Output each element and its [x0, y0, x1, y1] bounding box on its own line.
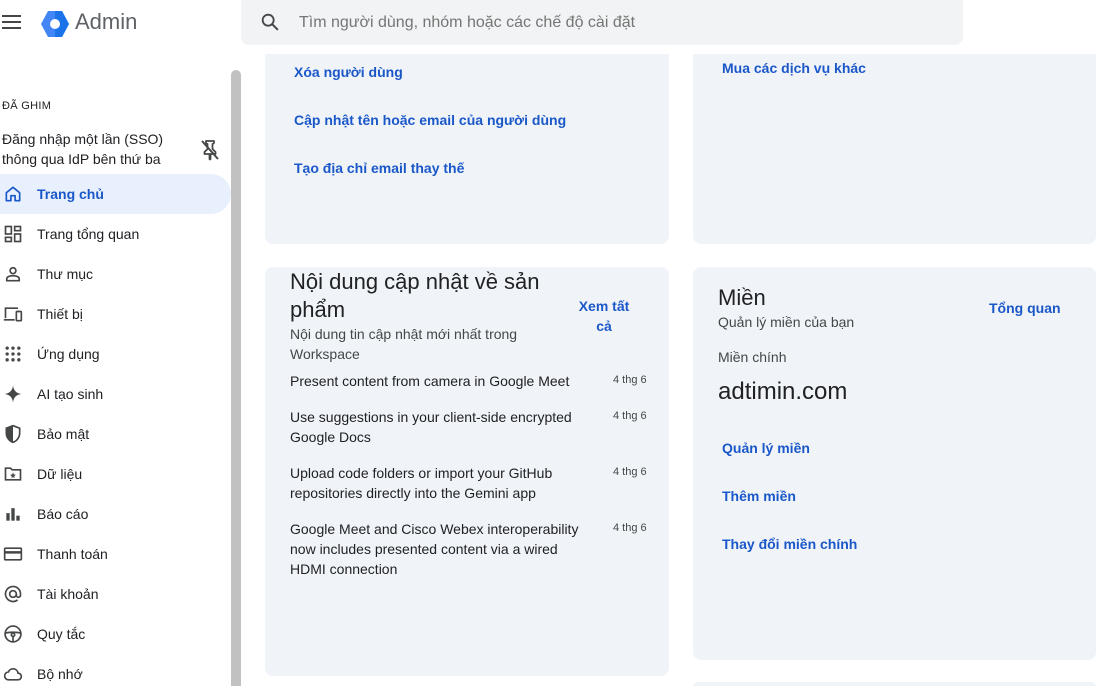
sidebar-item-label: Quy tắc — [37, 626, 86, 642]
delete-user-link[interactable]: Xóa người dùng — [294, 64, 403, 80]
sidebar-item-storage[interactable]: Bộ nhớ — [0, 654, 231, 686]
primary-domain-value: adtimin.com — [718, 378, 848, 405]
news-item-date: 4 thg 6 — [613, 522, 647, 534]
see-all-line1: Xem tất — [578, 298, 630, 314]
update-user-name-link[interactable]: Cập nhật tên hoặc email của người dùng — [294, 112, 566, 128]
sidebar-item-security[interactable]: Bảo mật — [0, 414, 231, 454]
news-item-date: 4 thg 6 — [613, 374, 647, 386]
dashboard-icon — [1, 222, 25, 246]
pinned-item-line2: thông qua IdP bên thứ ba — [2, 151, 161, 167]
updates-card-subtitle: Nội dung tin cập nhật mới nhất trong Wor… — [290, 324, 517, 364]
sidebar-item-home[interactable]: Trang chủ — [0, 174, 231, 214]
home-icon — [1, 182, 25, 206]
sidebar-item-label: AI tạo sinh — [37, 386, 104, 402]
sidebar-item-label: Dữ liệu — [37, 466, 83, 482]
sidebar-item-reports[interactable]: Báo cáo — [0, 494, 231, 534]
next-card-peek — [693, 682, 1096, 686]
see-all-line2: cả — [596, 318, 612, 334]
alternate-email-link[interactable]: Tạo địa chỉ email thay thế — [294, 160, 464, 176]
news-item-date: 4 thg 6 — [613, 466, 647, 478]
sidebar-scrollbar[interactable] — [231, 70, 241, 686]
news-item-line: Google Meet and Cisco Webex interoperabi… — [290, 521, 579, 537]
news-item-date: 4 thg 6 — [613, 410, 647, 422]
sidebar-item-gen-ai[interactable]: AI tạo sinh — [0, 374, 231, 414]
bar-chart-icon — [1, 502, 25, 526]
apps-grid-icon — [1, 342, 25, 366]
folder-data-icon — [1, 462, 25, 486]
add-domain-link[interactable]: Thêm miền — [722, 488, 796, 504]
admin-logo-icon[interactable] — [40, 10, 70, 38]
pinned-item-line1: Đăng nhập một lần (SSO) — [2, 131, 164, 147]
updates-title-line1: Nội dung cập nhật về sản — [290, 269, 540, 294]
sidebar-item-data[interactable]: Dữ liệu — [0, 454, 231, 494]
pinned-item-sso[interactable]: Đăng nhập một lần (SSO) thông qua IdP bê… — [2, 129, 167, 169]
updates-subtitle-line1: Nội dung tin cập nhật mới nhất trong — [290, 326, 518, 342]
news-item[interactable]: Use suggestions in your client-side encr… — [290, 407, 590, 447]
updates-title-line2: phẩm — [290, 297, 346, 322]
sidebar-item-label: Ứng dụng — [37, 346, 100, 362]
sidebar-item-billing[interactable]: Thanh toán — [0, 534, 231, 574]
news-item-line: repositories directly into the Gemini ap… — [290, 485, 536, 501]
sidebar-item-label: Bộ nhớ — [37, 666, 83, 682]
app-title[interactable]: Admin — [75, 9, 137, 35]
search-icon[interactable] — [259, 11, 281, 33]
news-item[interactable]: Upload code folders or import your GitHu… — [290, 463, 590, 503]
sidebar-item-label: Báo cáo — [37, 506, 89, 522]
news-item-line: HDMI connection — [290, 561, 398, 577]
sidebar-item-label: Thư mục — [37, 266, 94, 282]
sidebar-item-rules[interactable]: Quy tắc — [0, 614, 231, 654]
cloud-icon — [1, 662, 25, 686]
updates-card-title: Nội dung cập nhật về sản phẩm — [290, 268, 540, 324]
see-all-updates-link[interactable]: Xem tất cả — [574, 296, 634, 336]
devices-icon — [1, 302, 25, 326]
search-input[interactable] — [299, 0, 939, 45]
steering-wheel-icon — [1, 622, 25, 646]
sidebar-item-account[interactable]: Tài khoản — [0, 574, 231, 614]
domains-overview-link[interactable]: Tổng quan — [989, 300, 1061, 316]
sidebar-item-label: Thiết bị — [37, 306, 83, 322]
main-menu-icon[interactable] — [2, 12, 24, 34]
unpin-icon[interactable] — [198, 138, 222, 162]
sidebar-item-apps[interactable]: Ứng dụng — [0, 334, 231, 374]
news-item[interactable]: Google Meet and Cisco Webex interoperabi… — [290, 519, 590, 579]
sparkle-icon — [1, 382, 25, 406]
buy-more-services-link[interactable]: Mua các dịch vụ khác — [722, 60, 866, 76]
manage-domains-link[interactable]: Quản lý miền — [722, 440, 810, 456]
news-item-line: now includes presented content via a wir… — [290, 541, 558, 557]
pinned-section-title: ĐÃ GHIM — [2, 100, 52, 112]
updates-subtitle-line2: Workspace — [290, 346, 360, 362]
sidebar-item-directory[interactable]: Thư mục — [0, 254, 231, 294]
primary-domain-label: Miền chính — [718, 349, 787, 365]
sidebar-item-label: Bảo mật — [37, 426, 90, 442]
sidebar-item-label: Trang tổng quan — [37, 226, 140, 242]
news-item[interactable]: Present content from camera in Google Me… — [290, 371, 590, 391]
sidebar-item-dashboard[interactable]: Trang tổng quan — [0, 214, 231, 254]
users-card — [265, 30, 669, 244]
change-primary-domain-link[interactable]: Thay đổi miền chính — [722, 536, 857, 552]
news-item-line: Google Docs — [290, 429, 371, 445]
domains-card-subtitle: Quản lý miền của bạn — [718, 314, 855, 330]
sidebar-item-label: Trang chủ — [37, 186, 104, 202]
sidebar-item-devices[interactable]: Thiết bị — [0, 294, 231, 334]
credit-card-icon — [1, 542, 25, 566]
news-item-line: Use suggestions in your client-side encr… — [290, 409, 572, 425]
shield-icon — [1, 422, 25, 446]
sidebar-item-label: Tài khoản — [37, 586, 99, 602]
person-icon — [1, 262, 25, 286]
sidebar-item-label: Thanh toán — [37, 546, 108, 562]
domains-card-title: Miền — [718, 285, 766, 310]
at-sign-icon — [1, 582, 25, 606]
news-item-line: Upload code folders or import your GitHu… — [290, 465, 553, 481]
news-item-line: Present content from camera in Google Me… — [290, 373, 570, 389]
